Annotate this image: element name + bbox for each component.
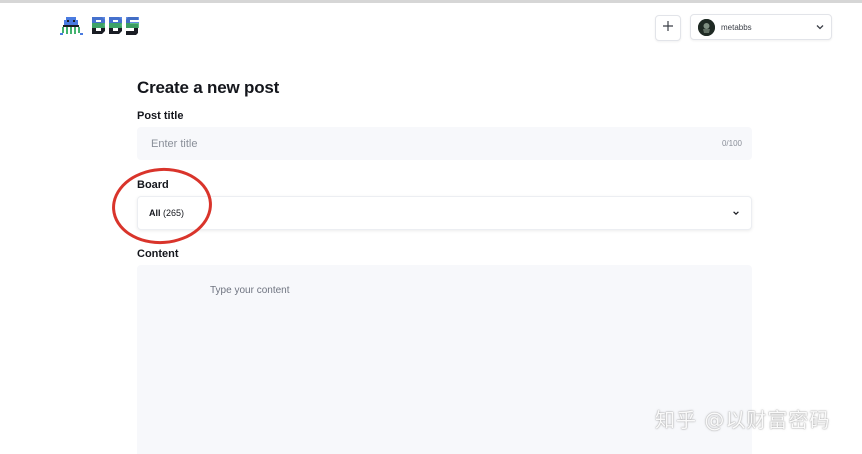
red-annotation-circle	[109, 164, 215, 248]
post-title-field[interactable]: 0/100	[137, 127, 752, 160]
window-top-border	[0, 0, 862, 3]
chevron-down-icon	[731, 208, 741, 218]
title-char-counter: 0/100	[721, 139, 742, 148]
logo-letter-s	[125, 16, 140, 36]
plus-icon	[662, 19, 674, 37]
post-title-label: Post title	[137, 110, 184, 122]
logo-letter-b2	[108, 16, 123, 36]
logo-letter-b1	[91, 16, 106, 36]
content-placeholder: Type your content	[210, 285, 290, 296]
content-label: Content	[137, 248, 179, 260]
chevron-down-icon	[815, 22, 825, 32]
octopus-logo-icon	[60, 15, 88, 37]
post-title-input[interactable]	[149, 136, 722, 151]
board-selected-value: All (265)	[149, 208, 731, 218]
username: metabbs	[721, 22, 752, 32]
watermark: 知乎 @以财富密码	[655, 408, 831, 432]
user-menu-button[interactable]: metabbs	[690, 14, 832, 40]
site-logo[interactable]	[60, 14, 140, 38]
new-post-button[interactable]	[655, 15, 681, 41]
avatar	[698, 18, 715, 36]
logo-wordmark	[91, 16, 140, 36]
board-select[interactable]: All (265)	[137, 196, 752, 230]
page-title: Create a new post	[137, 78, 280, 97]
